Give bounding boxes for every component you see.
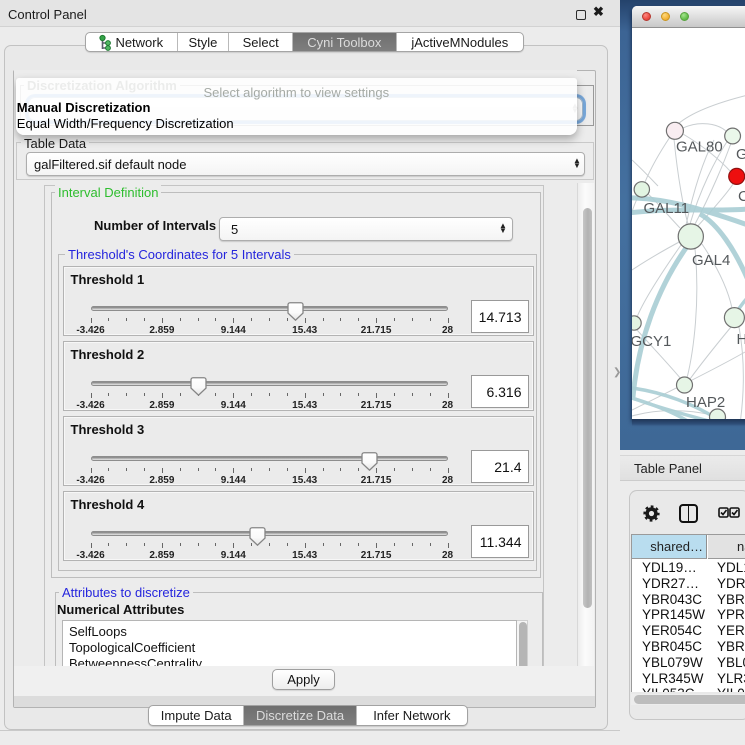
svg-text:GAL80: GAL80 (676, 139, 723, 156)
svg-text:HAP2: HAP2 (686, 394, 725, 411)
svg-text:C: C (738, 188, 745, 205)
svg-text:G.: G. (736, 146, 745, 163)
svg-text:GCY1: GCY1 (632, 333, 671, 350)
svg-text:H: H (737, 331, 745, 348)
svg-text:GAL11: GAL11 (644, 200, 690, 217)
svg-text:GAL4: GAL4 (692, 252, 730, 269)
